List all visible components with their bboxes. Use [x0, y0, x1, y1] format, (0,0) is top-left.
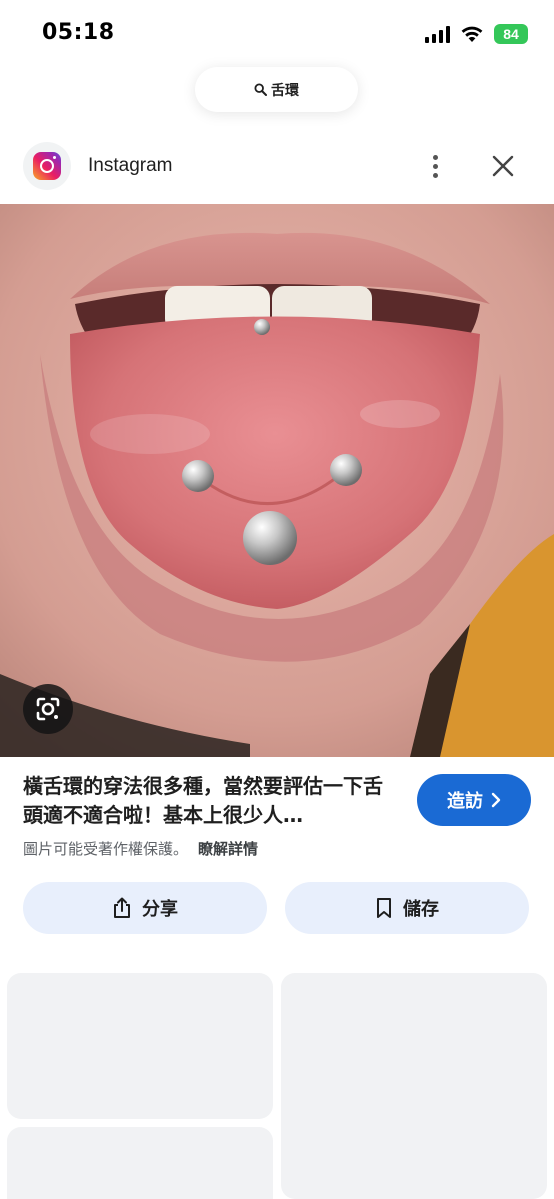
more-options-button[interactable] — [418, 148, 452, 184]
result-image[interactable] — [0, 204, 554, 757]
share-icon — [114, 897, 130, 918]
learn-more-link[interactable]: 瞭解詳情 — [198, 838, 258, 859]
share-label: 分享 — [142, 899, 178, 920]
wifi-icon — [461, 26, 483, 42]
search-icon — [254, 83, 267, 96]
visit-label: 造訪 — [447, 791, 483, 812]
search-query-label: 舌環 — [271, 82, 299, 99]
related-result-card[interactable] — [7, 973, 273, 1119]
battery-indicator: 84 — [494, 24, 528, 44]
result-caption[interactable]: 橫舌環的穿法很多種，當然要評估一下舌頭適不適合啦！基本上很少人… — [23, 772, 393, 830]
bookmark-icon — [377, 898, 391, 918]
status-bar: 05:18 84 — [0, 0, 554, 64]
share-button[interactable]: 分享 — [23, 882, 267, 934]
source-row: Instagram — [0, 138, 554, 196]
more-vert-icon — [432, 154, 438, 160]
source-logo[interactable] — [23, 142, 71, 190]
related-result-card[interactable] — [281, 973, 547, 1199]
chevron-right-icon — [491, 792, 501, 808]
search-query-pill[interactable]: 舌環 — [195, 67, 358, 112]
copyright-notice: 圖片可能受著作權保護。 — [23, 840, 189, 858]
visit-button[interactable]: 造訪 — [417, 774, 531, 826]
save-button[interactable]: 儲存 — [285, 882, 529, 934]
source-name[interactable]: Instagram — [88, 155, 172, 177]
cellular-signal-icon — [425, 25, 450, 43]
close-icon — [492, 155, 514, 177]
related-result-card[interactable] — [7, 1127, 273, 1199]
instagram-icon — [33, 152, 61, 180]
save-label: 儲存 — [403, 899, 439, 920]
lens-icon — [36, 697, 60, 721]
status-time: 05:18 — [42, 20, 115, 45]
tongue-piercing-photo — [0, 204, 554, 757]
copyright-row: 圖片可能受著作權保護。 瞭解詳情 — [23, 838, 258, 859]
status-icons: 84 — [425, 24, 528, 44]
close-button[interactable] — [485, 148, 521, 184]
google-lens-button[interactable] — [23, 684, 73, 734]
